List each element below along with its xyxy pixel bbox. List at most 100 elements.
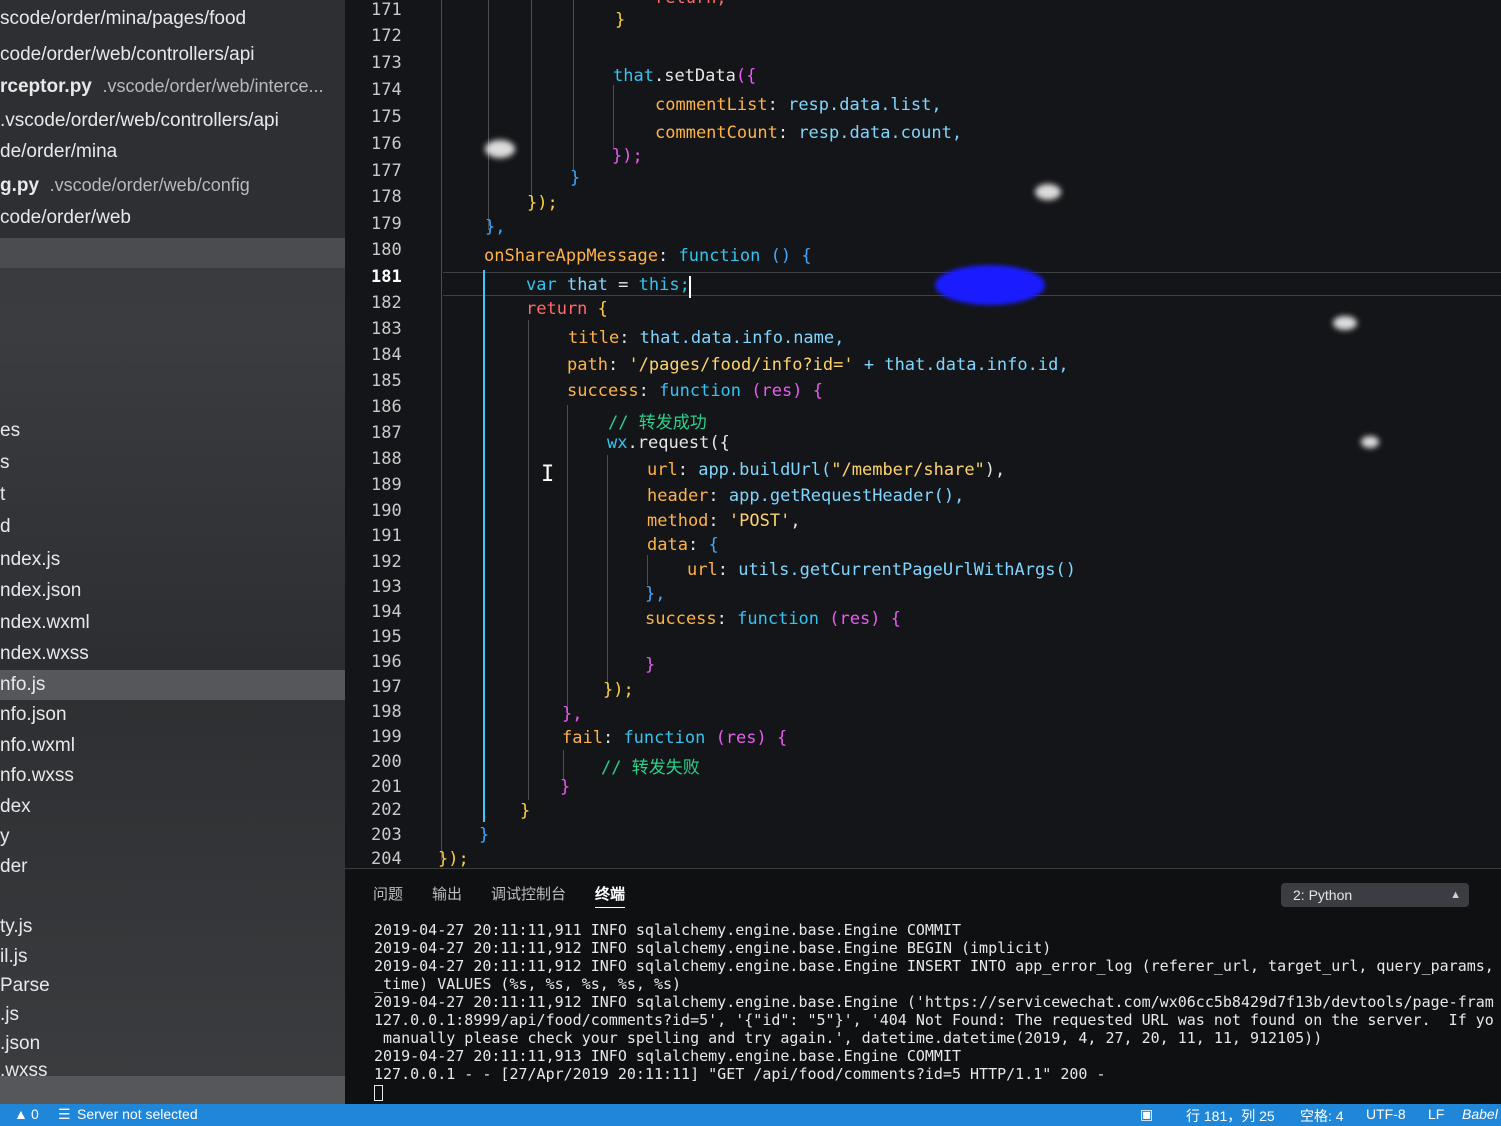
open-editor-path: .vscode/order/web/config <box>49 175 250 195</box>
code-token: data <box>647 535 688 555</box>
line-number: 197 <box>371 677 402 697</box>
tab-debug-console[interactable]: 调试控制台 <box>491 883 566 904</box>
cursor-position[interactable]: 行 181，列 25 <box>1186 1106 1275 1126</box>
tree-item[interactable]: ndex.js <box>0 549 60 571</box>
code-line: }, <box>645 584 665 604</box>
warnings-count[interactable]: 0 <box>31 1106 39 1122</box>
code-token: { <box>708 535 719 555</box>
code-token: var <box>526 275 557 295</box>
tree-item[interactable]: dex <box>0 796 31 818</box>
server-status[interactable]: Server not selected <box>77 1106 198 1122</box>
line-number: 185 <box>371 371 402 391</box>
language-mode[interactable]: Babel <box>1462 1106 1498 1122</box>
code-token: utils.getCurrentPageUrlWithArgs() <box>738 560 1076 580</box>
code-token: (res) { <box>829 609 901 629</box>
section-header[interactable] <box>0 238 345 268</box>
select-arrows-icon: ▲ <box>1450 889 1461 901</box>
code-editor[interactable]: 171 172 173 174 175 176 177 178 179 180 … <box>345 0 1501 868</box>
tree-item[interactable]: s <box>0 452 10 474</box>
tree-item[interactable]: ndex.wxss <box>0 643 89 665</box>
open-editor-item[interactable]: de/order/mina <box>0 141 117 163</box>
code-token: success <box>645 609 717 629</box>
tree-item[interactable]: d <box>0 516 11 538</box>
server-icon: ☰ <box>58 1106 71 1122</box>
warning-icon[interactable]: ▲ <box>14 1106 28 1122</box>
tree-item[interactable]: nfo.json <box>0 704 67 726</box>
open-editor-item[interactable]: scode/order/mina/pages/food <box>0 8 246 30</box>
terminal-line: 2019-04-27 20:11:11,913 INFO sqlalchemy.… <box>374 1047 961 1065</box>
code-line: url: app.buildUrl("/member/share"), <box>647 460 1006 480</box>
indentation[interactable]: 空格: 4 <box>1300 1106 1344 1126</box>
tree-item[interactable]: ty.js <box>0 916 32 938</box>
open-editor-item[interactable]: rceptor.py .vscode/order/web/interce... <box>0 76 324 98</box>
code-line: that.setData({ <box>613 66 757 86</box>
tree-item[interactable]: nfo.wxml <box>0 735 75 757</box>
tree-item[interactable]: ndex.json <box>0 580 81 602</box>
code-line: wx.request({ <box>607 433 730 453</box>
tab-terminal[interactable]: 终端 <box>595 883 626 908</box>
line-number: 191 <box>371 526 402 546</box>
code-token: header <box>647 486 709 506</box>
code-token: setData <box>664 66 736 86</box>
encoding[interactable]: UTF-8 <box>1366 1106 1406 1122</box>
line-number: 194 <box>371 602 402 622</box>
tree-item[interactable]: il.js <box>0 946 27 968</box>
line-number: 174 <box>371 80 402 100</box>
tree-item[interactable]: der <box>0 856 27 878</box>
line-number: 203 <box>371 825 402 845</box>
code-token: url <box>687 560 718 580</box>
tree-item[interactable]: es <box>0 420 20 442</box>
sidebar-section-header[interactable] <box>0 1076 345 1104</box>
bottom-panel: 问题 输出 调试控制台 终端 2: Python ▲ 2019-04-27 20… <box>345 868 1501 1105</box>
open-editor-item[interactable]: .vscode/order/web/controllers/api <box>0 110 279 132</box>
line-number: 186 <box>371 397 402 417</box>
indent-guide <box>613 85 614 150</box>
open-editor-item[interactable]: g.py .vscode/order/web/config <box>0 175 250 197</box>
tree-item[interactable]: t <box>0 484 5 506</box>
code-token: { <box>597 299 608 319</box>
tree-item[interactable]: Parse <box>0 975 50 997</box>
line-number: 175 <box>371 107 402 127</box>
line-number: 200 <box>371 752 402 772</box>
tab-output[interactable]: 输出 <box>432 883 462 904</box>
indent-guide <box>567 405 568 710</box>
code-line: method: 'POST', <box>647 511 801 531</box>
open-editor-item[interactable]: code/order/web <box>0 207 131 229</box>
code-line: }, <box>485 217 505 237</box>
line-number: 192 <box>371 552 402 572</box>
line-number: 204 <box>371 849 402 868</box>
code-token: app.getRequestHeader(), <box>728 486 965 506</box>
tree-item[interactable]: y <box>0 826 10 848</box>
terminal-icon[interactable]: ▣ <box>1140 1106 1153 1123</box>
terminal-line: 127.0.0.1 - - [27/Apr/2019 20:11:11] "GE… <box>374 1065 1106 1083</box>
code-token: }, <box>562 704 583 724</box>
tree-item[interactable]: ndex.wxml <box>0 612 90 634</box>
code-token: function <box>737 609 820 629</box>
code-token: = <box>618 275 629 295</box>
line-number: 182 <box>371 293 402 313</box>
tab-problems[interactable]: 问题 <box>373 883 403 904</box>
code-line: return; <box>655 0 727 8</box>
line-number: 188 <box>371 449 402 469</box>
tree-item[interactable]: .js <box>0 1004 19 1026</box>
open-editor-label: code/order/web/controllers/api <box>0 44 255 65</box>
code-line: }, <box>562 704 582 724</box>
tree-item[interactable]: nfo.wxss <box>0 765 74 787</box>
code-token: onShareAppMessage <box>484 246 658 266</box>
tree-item-active[interactable]: nfo.js <box>0 670 345 700</box>
ibeam-cursor-icon: I <box>541 462 555 487</box>
open-editor-label: rceptor.py <box>0 76 92 97</box>
indent-guide <box>607 455 608 690</box>
terminal-select[interactable]: 2: Python ▲ <box>1281 883 1469 907</box>
open-editor-item[interactable]: code/order/web/controllers/api <box>0 44 255 66</box>
code-line: }); <box>612 146 643 166</box>
code-token: url <box>647 460 678 480</box>
reflection-glare <box>485 140 515 158</box>
terminal-cursor[interactable] <box>374 1085 383 1101</box>
tree-item[interactable]: .json <box>0 1033 40 1055</box>
line-ending[interactable]: LF <box>1428 1106 1444 1122</box>
code-token: function <box>623 728 706 748</box>
code-token: function <box>659 381 742 401</box>
reflection-glare <box>1361 436 1379 448</box>
indent-guide <box>488 0 489 230</box>
